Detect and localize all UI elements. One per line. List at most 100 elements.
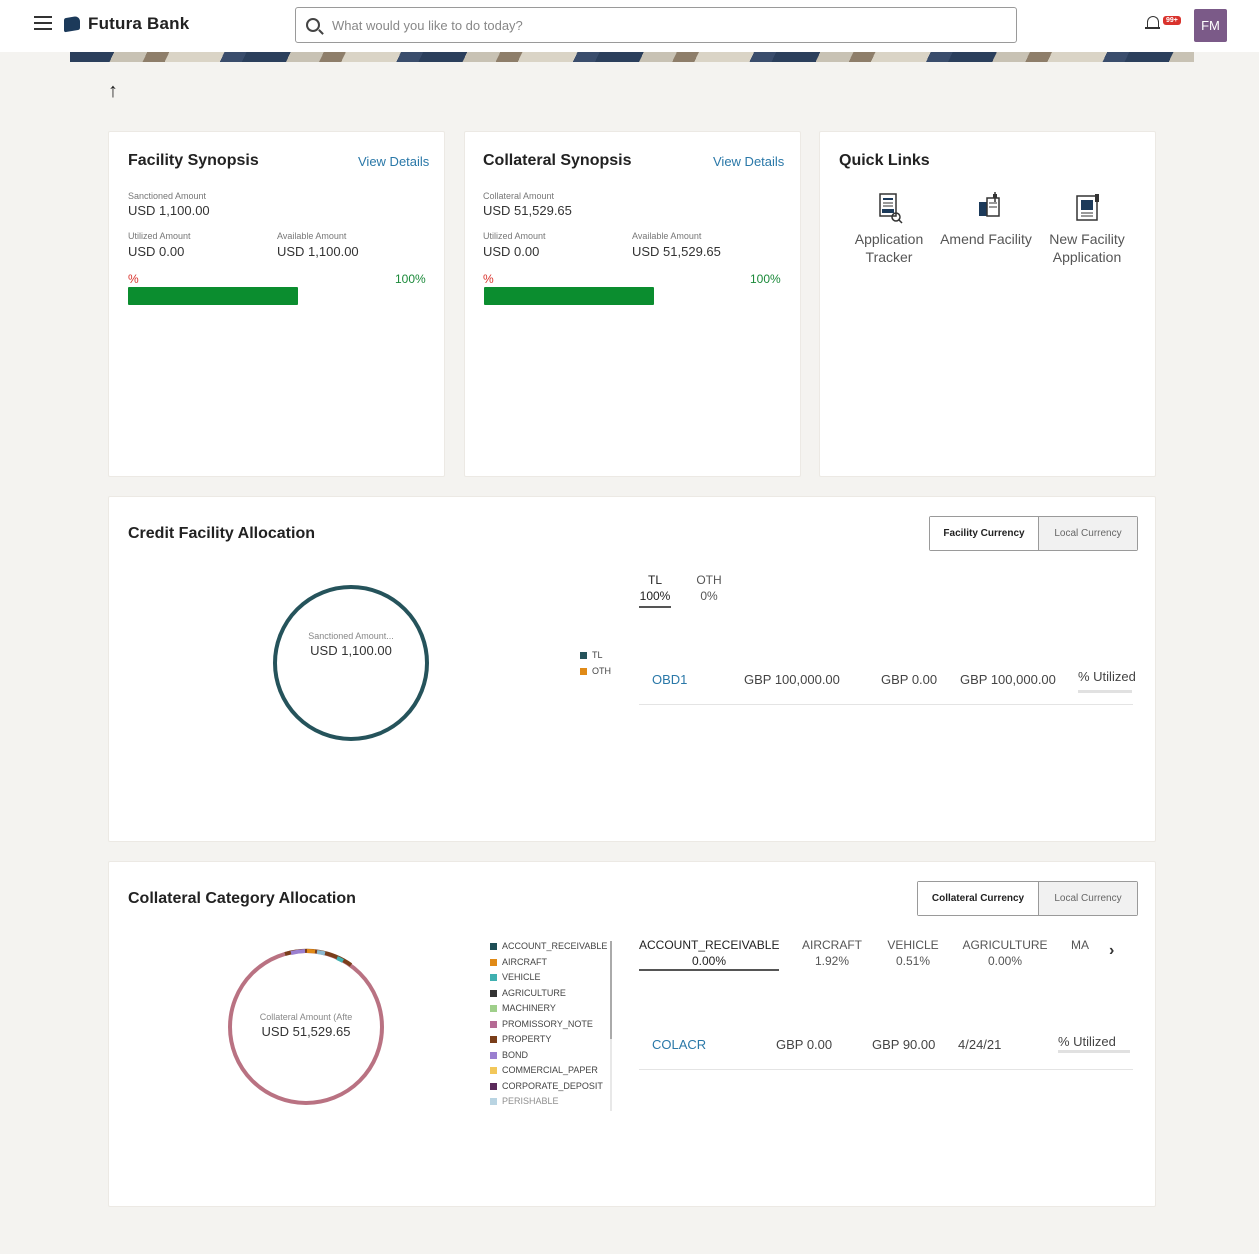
legend-scrollbar-thumb[interactable]	[610, 941, 612, 1039]
quick-link-label: Tracker	[865, 249, 913, 265]
tab-percent: 0.51%	[895, 954, 931, 968]
donut-label: Sanctioned Amount...	[308, 631, 394, 641]
row-divider	[639, 1069, 1133, 1070]
tab-tl[interactable]: TL 100%	[639, 572, 671, 604]
legend-label: MACHINERY	[502, 1003, 556, 1013]
brand-logo[interactable]: Futura Bank	[64, 14, 189, 34]
collateral-utilized-label: Utilized Amount	[483, 231, 546, 241]
utilized-amount-value: USD 0.00	[128, 244, 185, 259]
quick-link-application-tracker[interactable]: Application Tracker	[843, 192, 935, 266]
legend-item: PERISHABLE	[490, 1096, 559, 1106]
available-percent: 100%	[395, 272, 426, 286]
tab-percent: 0%	[700, 589, 718, 603]
utilized-bar-track	[1078, 690, 1132, 693]
chevron-right-icon[interactable]: ›	[1109, 942, 1114, 960]
collateral-legend: ACCOUNT_RECEIVABLE AIRCRAFT VEHICLE AGRI…	[490, 941, 613, 1111]
table-cell: GBP 100,000.00	[744, 672, 840, 687]
facility-currency-button[interactable]: Facility Currency	[930, 517, 1038, 550]
collateral-available-percent: 100%	[750, 272, 781, 286]
quick-links-title: Quick Links	[839, 152, 930, 169]
legend-swatch	[490, 1097, 497, 1105]
legend-label: AGRICULTURE	[502, 988, 566, 998]
collateral-utilized-percent: %	[483, 272, 494, 286]
tab-agriculture[interactable]: AGRICULTURE 0.00%	[961, 937, 1049, 969]
donut-value: USD 1,100.00	[310, 643, 392, 658]
bell-icon[interactable]	[1145, 16, 1160, 32]
collateral-synopsis-title: Collateral Synopsis	[483, 152, 632, 169]
donut-label: Collateral Amount (Afte	[259, 1012, 353, 1022]
credit-facility-title: Credit Facility Allocation	[128, 525, 315, 542]
collateral-available-label: Available Amount	[632, 231, 702, 241]
legend-label: COMMERCIAL_PAPER	[502, 1065, 598, 1075]
collateral-category-allocation-card: Collateral Category Allocation Collatera…	[108, 861, 1156, 1207]
legend-swatch	[490, 989, 497, 997]
legend-label: BOND	[502, 1050, 529, 1060]
legend-label: CORPORATE_DEPOSIT	[502, 1081, 603, 1091]
facility-synopsis-card: Facility Synopsis View Details Sanctione…	[108, 131, 445, 477]
local-currency-button[interactable]: Local Currency	[1038, 882, 1137, 915]
quick-link-label: Amend Facility	[940, 231, 1032, 247]
tab-name: ACCOUNT_RECEIVABLE	[639, 938, 780, 952]
legend-label: AIRCRAFT	[502, 957, 547, 967]
quick-link-label: New Facility	[1049, 231, 1125, 247]
table-cell: 4/24/21	[958, 1037, 1002, 1052]
sanctioned-amount-value: USD 1,100.00	[128, 203, 210, 218]
menu-icon[interactable]	[34, 16, 52, 32]
tab-percent: 0.00%	[691, 954, 727, 968]
facility-view-details-link[interactable]: View Details	[358, 154, 429, 169]
collateral-currency-button[interactable]: Collateral Currency	[918, 882, 1038, 915]
facility-synopsis-title: Facility Synopsis	[128, 152, 259, 169]
tab-name: AIRCRAFT	[802, 938, 862, 952]
credit-donut-chart	[273, 585, 429, 741]
amend-document-icon	[979, 192, 1000, 217]
available-progress-bar	[128, 287, 298, 305]
legend-label: PROPERTY	[502, 1034, 552, 1044]
table-cell: GBP 0.00	[776, 1037, 833, 1052]
top-bar: Futura Bank 99+ FM	[0, 0, 1259, 52]
legend-item: PROPERTY	[490, 1034, 551, 1044]
search-bar[interactable]	[295, 7, 1017, 43]
collateral-currency-toggle: Collateral Currency Local Currency	[917, 881, 1138, 916]
avatar[interactable]: FM	[1194, 9, 1227, 42]
legend-swatch	[580, 651, 587, 659]
tab-aircraft[interactable]: AIRCRAFT 1.92%	[799, 937, 865, 969]
collateral-id-link[interactable]: COLACR	[652, 1037, 706, 1052]
search-input[interactable]	[332, 17, 932, 33]
tab-oth[interactable]: OTH 0%	[693, 572, 725, 604]
arrow-up-icon[interactable]: ↑	[108, 80, 118, 103]
legend-item: ACCOUNT_RECEIVABLE	[490, 941, 607, 951]
tab-percent: 1.92%	[814, 954, 850, 968]
tab-name: TL	[647, 573, 662, 587]
legend-swatch	[490, 1082, 497, 1090]
quick-links-card: Quick Links Application Tracker Amend Fa…	[819, 131, 1156, 477]
table-cell: GBP 0.00	[881, 672, 938, 687]
tab-vehicle[interactable]: VEHICLE 0.51%	[885, 937, 941, 969]
collateral-synopsis-card: Collateral Synopsis View Details Collate…	[464, 131, 801, 477]
tab-machinery[interactable]: MA	[1071, 937, 1097, 953]
collateral-available-value: USD 51,529.65	[632, 244, 721, 259]
legend-item-oth: OTH	[580, 666, 611, 676]
legend-item: AIRCRAFT	[490, 957, 547, 967]
legend-item: CORPORATE_DEPOSIT	[490, 1081, 603, 1091]
tab-name: MA	[1071, 938, 1089, 952]
legend-swatch	[490, 1020, 497, 1028]
collateral-category-title: Collateral Category Allocation	[128, 890, 356, 907]
tab-underline	[639, 969, 779, 971]
legend-label: VEHICLE	[502, 972, 541, 982]
legend-swatch	[490, 958, 497, 966]
tab-name: OTH	[696, 573, 722, 587]
facility-id-link[interactable]: OBD1	[652, 672, 687, 687]
legend-swatch	[490, 1051, 497, 1059]
header-banner	[70, 52, 1194, 62]
tab-account-receivable[interactable]: ACCOUNT_RECEIVABLE 0.00%	[639, 937, 779, 969]
brand-name: Futura Bank	[88, 14, 190, 33]
collateral-utilized-value: USD 0.00	[483, 244, 540, 259]
collateral-view-details-link[interactable]: View Details	[713, 154, 784, 169]
utilized-bar-track	[1058, 1050, 1130, 1053]
quick-link-new-facility-application[interactable]: New Facility Application	[1041, 192, 1133, 266]
local-currency-button[interactable]: Local Currency	[1038, 517, 1137, 550]
row-divider	[639, 704, 1133, 705]
notification-badge: 99+	[1163, 16, 1181, 25]
quick-link-amend-facility[interactable]: Amend Facility	[940, 192, 1032, 248]
legend-label: PERISHABLE	[502, 1096, 559, 1106]
